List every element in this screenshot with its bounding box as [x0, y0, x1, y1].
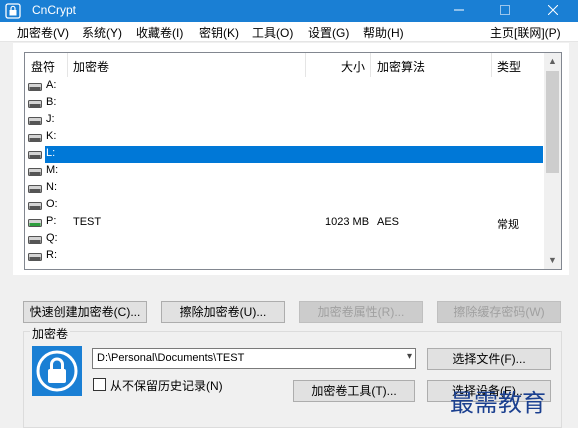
table-row[interactable]: A:	[25, 78, 545, 95]
table-row[interactable]: R:	[25, 248, 545, 265]
scroll-down-icon[interactable]: ▼	[544, 252, 561, 269]
table-row[interactable]: L:	[25, 146, 545, 163]
menu-volumes[interactable]: 加密卷(V)	[17, 24, 69, 41]
menu-keys[interactable]: 密钥(K)	[199, 24, 239, 41]
list-header: 盘符 加密卷 大小 加密算法 类型	[25, 53, 545, 77]
table-row[interactable]: P: TEST 1023 MB AES 常规	[25, 214, 545, 231]
column-volume[interactable]: 加密卷	[73, 58, 109, 75]
table-row[interactable]: B:	[25, 95, 545, 112]
selection-highlight	[45, 146, 543, 163]
table-row[interactable]: Q:	[25, 231, 545, 248]
menu-homepage[interactable]: 主页[联网](P)	[490, 24, 561, 41]
drive-letter: O:	[46, 198, 58, 210]
drive-letter: J:	[46, 113, 55, 125]
menu-system[interactable]: 系统(Y)	[82, 24, 122, 41]
drive-icon	[28, 219, 42, 227]
table-row[interactable]: N:	[25, 180, 545, 197]
menu-tools[interactable]: 工具(O)	[252, 24, 293, 41]
minimize-button[interactable]	[436, 0, 482, 22]
watermark-text: 最需教育	[450, 389, 546, 417]
drive-icon	[28, 134, 42, 142]
window-title: CnCrypt	[32, 3, 77, 17]
vertical-scrollbar[interactable]: ▲ ▼	[544, 53, 561, 269]
drive-letter: K:	[46, 130, 57, 142]
volume-cell: TEST	[73, 216, 102, 228]
drive-letter: M:	[46, 164, 59, 176]
menu-bar: 加密卷(V) 系统(Y) 收藏卷(I) 密钥(K) 工具(O) 设置(G) 帮助…	[0, 22, 578, 42]
drive-icon	[28, 151, 42, 159]
select-file-button[interactable]: 选择文件(F)...	[427, 348, 551, 370]
column-separator[interactable]	[370, 53, 371, 77]
drive-letter: B:	[46, 96, 57, 108]
table-row[interactable]: J:	[25, 112, 545, 129]
title-bar: CnCrypt	[0, 0, 578, 22]
column-separator[interactable]	[305, 53, 306, 77]
volume-group-label: 加密卷	[30, 325, 71, 342]
drive-icon	[28, 83, 42, 91]
maximize-icon	[500, 5, 510, 15]
table-row[interactable]: O:	[25, 197, 545, 214]
table-row[interactable]: K:	[25, 129, 545, 146]
table-row[interactable]: M:	[25, 163, 545, 180]
column-separator[interactable]	[67, 53, 68, 77]
column-type[interactable]: 类型	[497, 58, 521, 75]
volume-lock-image	[32, 346, 82, 396]
quick-create-volume-button[interactable]: 快速创建加密卷(C)...	[23, 301, 147, 323]
drive-icon	[28, 202, 42, 210]
minimize-icon	[454, 9, 464, 11]
column-drive[interactable]: 盘符	[31, 58, 55, 75]
never-save-history-checkbox[interactable]	[93, 378, 106, 391]
drive-icon	[28, 185, 42, 193]
volume-path-value: D:\Personal\Documents\TEST	[97, 352, 245, 364]
drive-icon	[28, 253, 42, 261]
menu-help[interactable]: 帮助(H)	[363, 24, 404, 41]
wipe-cache-button[interactable]: 擦除缓存密码(W)	[437, 301, 561, 323]
erase-volume-button[interactable]: 擦除加密卷(U)...	[161, 301, 285, 323]
size-cell: 1023 MB	[325, 216, 370, 228]
scroll-up-icon[interactable]: ▲	[544, 53, 561, 70]
drive-letter: L:	[46, 147, 56, 159]
drive-icon	[28, 168, 42, 176]
chevron-down-icon[interactable]: ▾	[407, 351, 412, 362]
type-cell: 常规	[497, 219, 519, 231]
menu-settings[interactable]: 设置(G)	[308, 24, 349, 41]
drive-icon	[28, 236, 42, 244]
volume-path-combobox[interactable]: D:\Personal\Documents\TEST ▾	[92, 348, 416, 369]
drive-letter: R:	[46, 249, 57, 261]
close-button[interactable]	[530, 0, 576, 22]
volume-tools-button[interactable]: 加密卷工具(T)...	[293, 380, 415, 402]
scroll-thumb[interactable]	[546, 71, 559, 173]
drive-letter: A:	[46, 79, 57, 91]
column-algorithm[interactable]: 加密算法	[377, 58, 425, 75]
drive-icon	[28, 117, 42, 125]
menu-favorites[interactable]: 收藏卷(I)	[136, 24, 183, 41]
drive-letter: P:	[46, 215, 57, 227]
drive-letter: Q:	[46, 232, 58, 244]
column-separator[interactable]	[491, 53, 492, 77]
maximize-button[interactable]	[482, 0, 528, 22]
drive-list[interactable]: 盘符 加密卷 大小 加密算法 类型 A: B: J: K: L: M: N: O: P: TEST…	[24, 52, 562, 270]
lock-icon	[36, 350, 78, 392]
drive-letter: N:	[46, 181, 57, 193]
app-lock-icon	[5, 3, 21, 19]
drive-icon	[28, 100, 42, 108]
volume-properties-button[interactable]: 加密卷属性(R)...	[299, 301, 423, 323]
column-size[interactable]: 大小	[341, 58, 365, 75]
algorithm-cell: AES	[377, 216, 400, 228]
never-save-history-label[interactable]: 从不保留历史记录(N)	[110, 377, 223, 394]
close-icon	[547, 4, 559, 16]
